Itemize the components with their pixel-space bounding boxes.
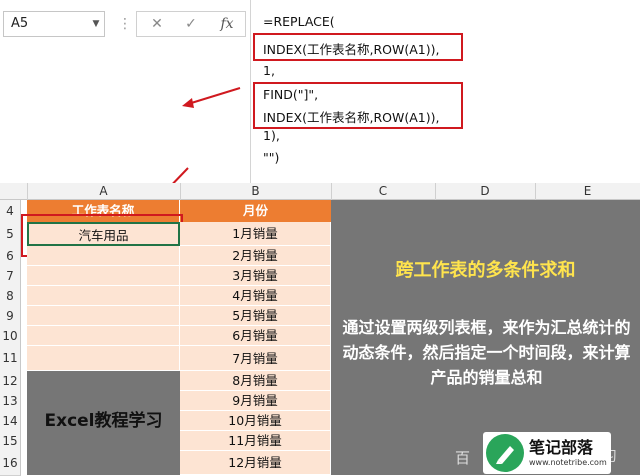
- cell-a[interactable]: [27, 286, 180, 306]
- row-header[interactable]: 6: [0, 246, 21, 267]
- arrow-line: [187, 87, 241, 105]
- row-header[interactable]: 16: [0, 451, 21, 476]
- cell-month[interactable]: 2月销量: [180, 246, 331, 266]
- watermark-badge: 笔记部落 www.notetribe.com: [483, 432, 611, 474]
- column-header-c[interactable]: C: [331, 183, 436, 200]
- cell-a[interactable]: [27, 346, 180, 371]
- row-header[interactable]: 11: [0, 346, 21, 372]
- cell-month[interactable]: 8月销量: [180, 371, 331, 391]
- cell-month[interactable]: 12月销量: [180, 451, 331, 475]
- cell-month[interactable]: 5月销量: [180, 306, 331, 326]
- row-header[interactable]: 4: [0, 200, 21, 223]
- row-header[interactable]: 14: [0, 411, 21, 432]
- cell-month[interactable]: 6月销量: [180, 326, 331, 346]
- row-header[interactable]: 15: [0, 431, 21, 452]
- row-header[interactable]: 12: [0, 371, 21, 392]
- cell-month[interactable]: 11月销量: [180, 431, 331, 451]
- column-header-b[interactable]: B: [180, 183, 332, 200]
- row-header[interactable]: 7: [0, 266, 21, 287]
- panel-description: 通过设置两级列表框，来作为汇总统计的动态条件，然后指定一个时间段，来计算产品的销…: [342, 318, 631, 387]
- pen-icon: [486, 434, 524, 472]
- watermark-name: 笔记部落: [529, 438, 594, 457]
- row-header[interactable]: 8: [0, 286, 21, 307]
- row-header[interactable]: 5: [0, 222, 21, 247]
- column-header-bar: A B C D E: [0, 183, 640, 200]
- row-header[interactable]: 9: [0, 306, 21, 327]
- cell-month[interactable]: 3月销量: [180, 266, 331, 286]
- cell-month[interactable]: 10月销量: [180, 411, 331, 431]
- cell-a[interactable]: [27, 306, 180, 326]
- column-header-e[interactable]: E: [535, 183, 640, 200]
- cell-a[interactable]: [27, 326, 180, 346]
- column-header-a[interactable]: A: [27, 183, 181, 200]
- brand-label: Excel教程学习: [27, 371, 180, 475]
- select-all-corner[interactable]: [0, 183, 28, 200]
- cell-month[interactable]: 9月销量: [180, 391, 331, 411]
- panel-title: 跨工作表的多条件求和: [395, 260, 576, 281]
- cell-month[interactable]: 1月销量: [180, 222, 331, 246]
- row-header[interactable]: 10: [0, 326, 21, 347]
- column-header-d[interactable]: D: [435, 183, 536, 200]
- header-cell-month[interactable]: 月份: [180, 200, 331, 222]
- row-header[interactable]: 13: [0, 391, 21, 412]
- watermark-partial: 百: [455, 449, 471, 467]
- arrow-head-icon: [182, 98, 194, 108]
- cell-month[interactable]: 4月销量: [180, 286, 331, 306]
- cell-month[interactable]: 7月销量: [180, 346, 331, 371]
- cell-a[interactable]: [27, 246, 180, 266]
- cell-a[interactable]: [27, 266, 180, 286]
- watermark-url: www.notetribe.com: [529, 458, 607, 467]
- pen-icon-shape: [496, 446, 514, 464]
